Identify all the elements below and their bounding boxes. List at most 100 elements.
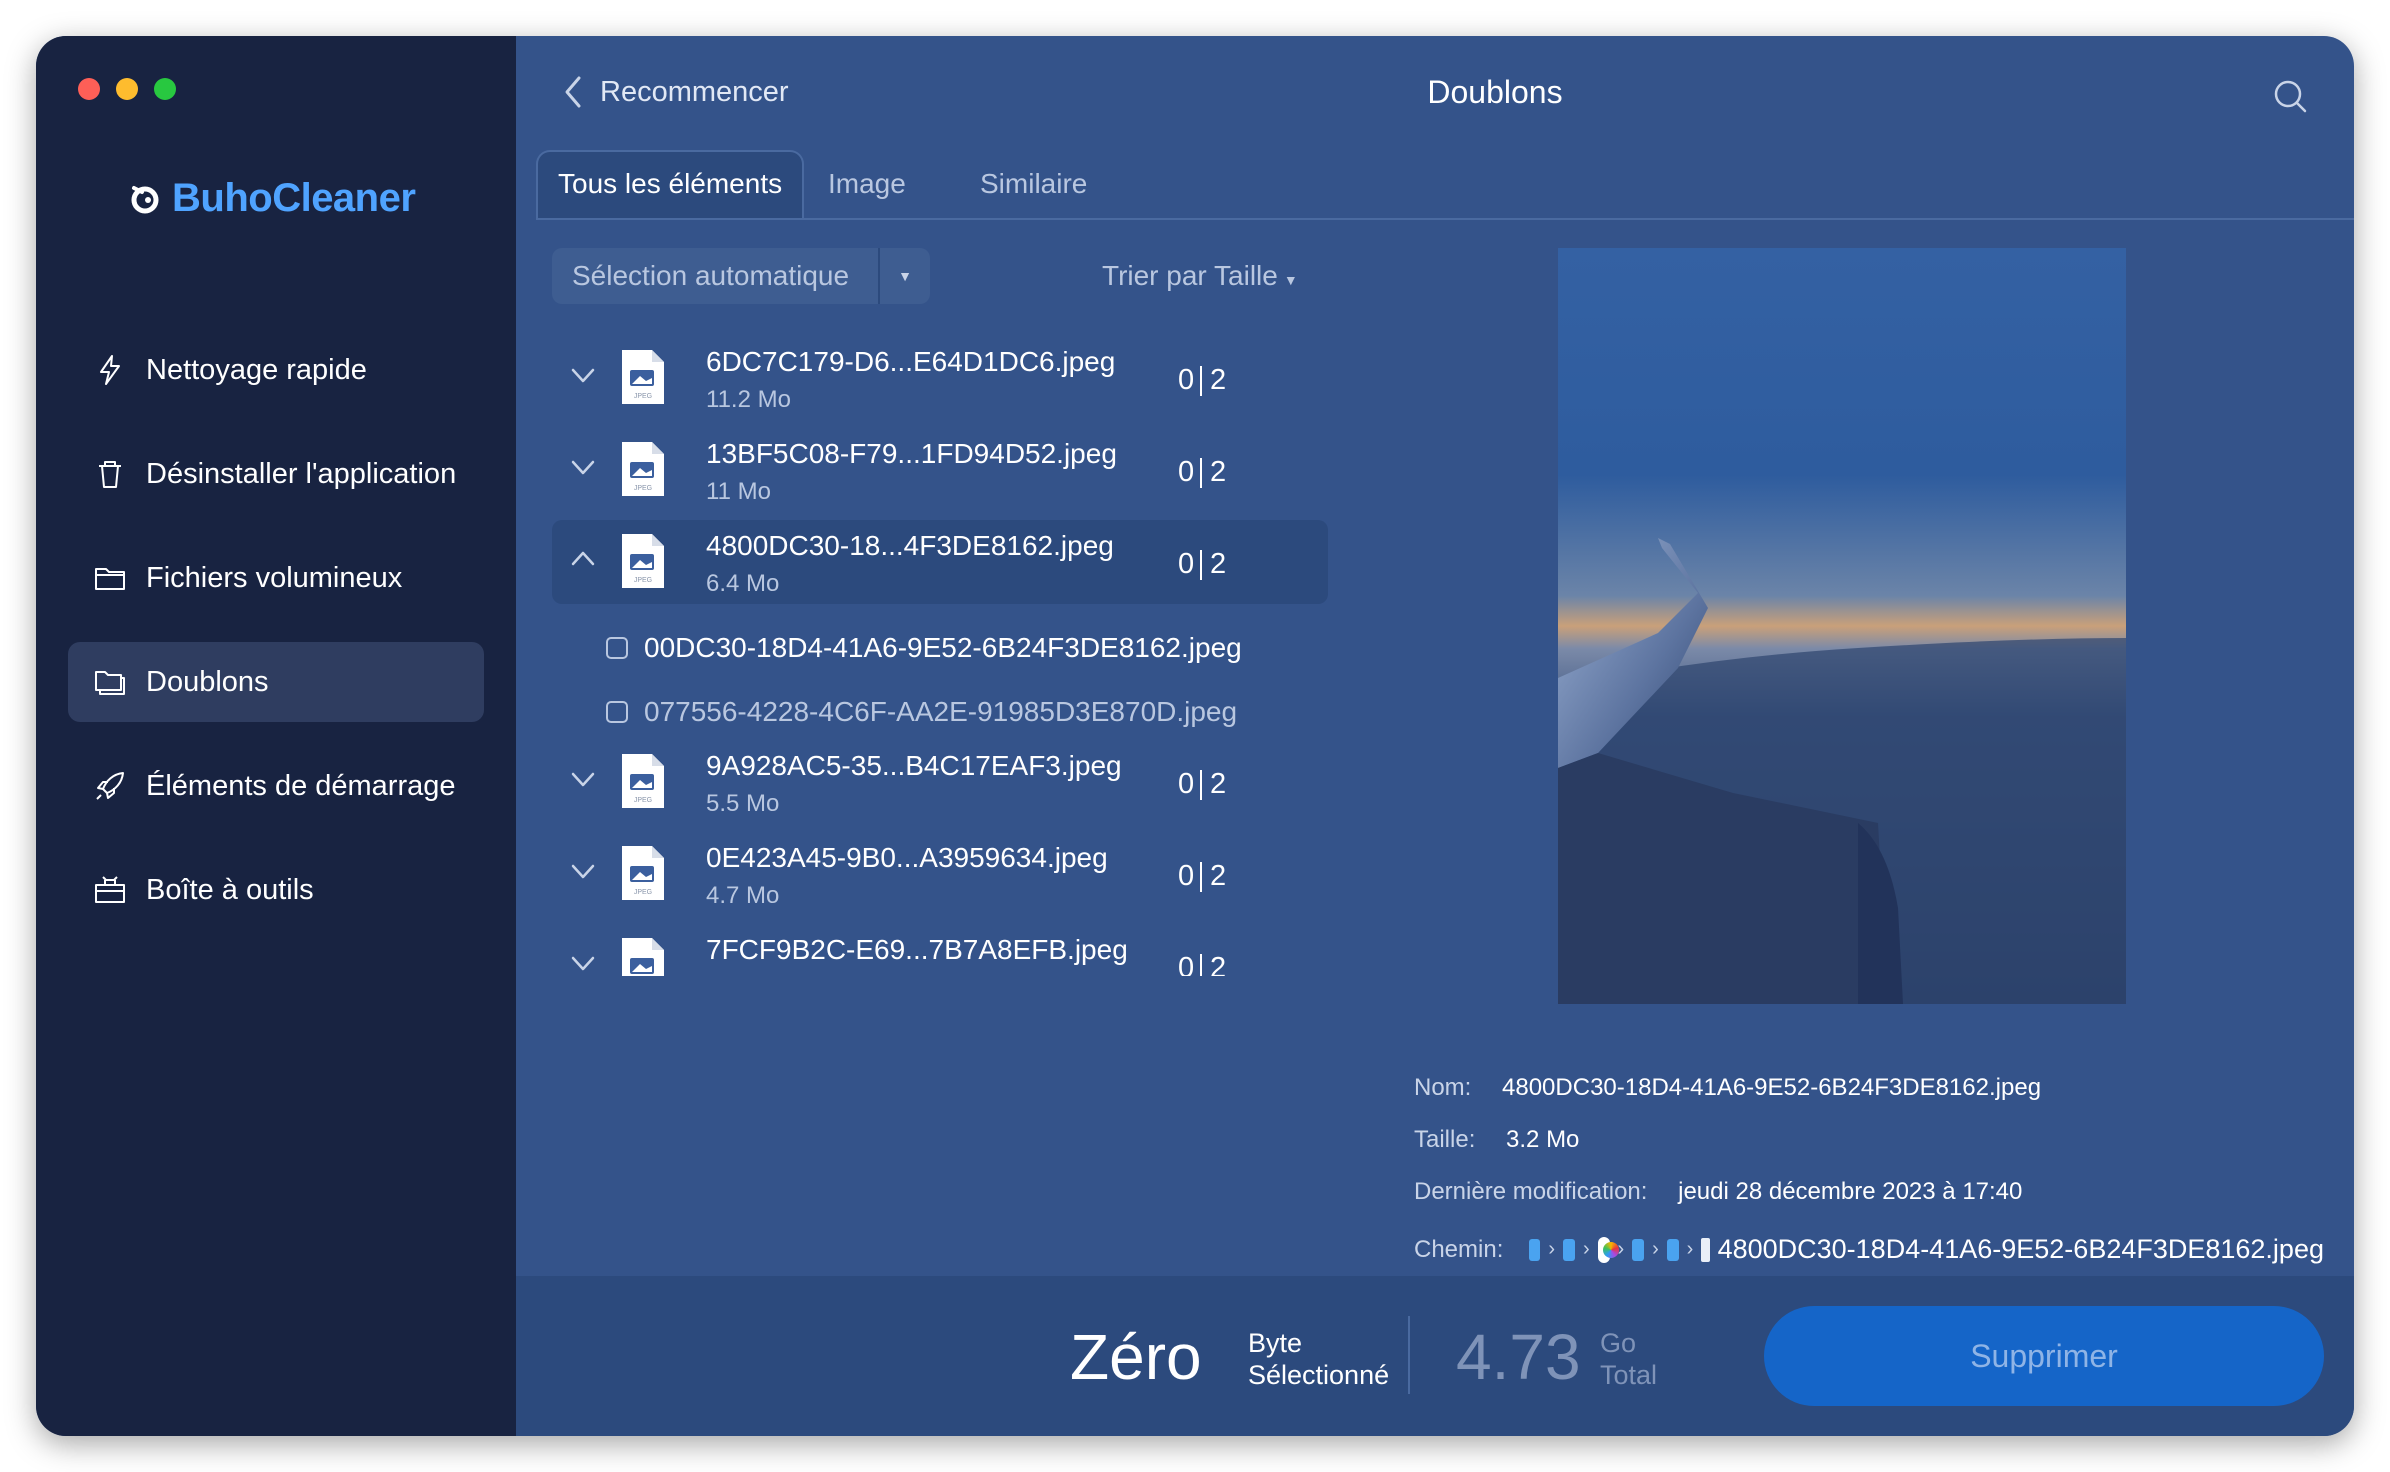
size-label: Taille:: [1414, 1126, 1476, 1153]
modified-label: Dernière modification:: [1414, 1178, 1648, 1205]
duplicate-count[interactable]: 02: [1138, 356, 1290, 404]
count-separator: [1200, 954, 1202, 976]
window-controls: [78, 78, 176, 100]
file-name: 9A928AC5-35...B4C17EAF3.jpeg: [706, 750, 1122, 781]
selected-count: 0: [1178, 364, 1195, 396]
count-separator: [1200, 770, 1202, 800]
file-name: 13BF5C08-F79...1FD94D52.jpeg: [706, 438, 1117, 469]
brand-name: BuhoCleaner: [172, 176, 416, 220]
duplicate-count[interactable]: 02: [1138, 944, 1290, 976]
home-folder-icon[interactable]: [1528, 1238, 1541, 1261]
duplicate-file-name: 00DC30-18D4-41A6-9E52-6B24F3DE8162.jpeg: [644, 632, 1242, 663]
sidebar-nav: Nettoyage rapide Désinstaller l'applicat…: [68, 330, 484, 954]
selected-count: 0: [1178, 548, 1195, 580]
selected-size-unit: Byte: [1248, 1328, 1303, 1358]
chevron-down-icon[interactable]: [570, 362, 596, 388]
chevron-up-icon[interactable]: [570, 546, 596, 572]
modified-value: jeudi 28 décembre 2023 à 17:40: [1678, 1178, 2023, 1205]
auto-select-dropdown[interactable]: Sélection automatique ▼: [552, 248, 930, 304]
sidebar-item-quick-clean[interactable]: Nettoyage rapide: [68, 330, 484, 410]
jpeg-file-icon: JPEG: [620, 844, 666, 902]
trash-icon: [92, 456, 128, 492]
total-label: Total: [1600, 1360, 1658, 1390]
svg-text:JPEG: JPEG: [634, 393, 652, 400]
file-group-row[interactable]: JPEG 7FCF9B2C-E69...7B7A8EFB.jpeg 4.1 Mo 02: [552, 924, 1328, 976]
tab-image[interactable]: Image: [828, 150, 906, 218]
total-count: 2: [1210, 456, 1227, 488]
rocket-icon: [92, 768, 128, 804]
duplicate-file-name: 077556-4228-4C6F-AA2E-91985D3E870D.jpeg: [644, 696, 1238, 727]
list-toolbar: Sélection automatique ▼ Trier par Taille…: [552, 248, 1312, 304]
file-size: 11.2 Mo: [706, 386, 791, 413]
count-separator: [1200, 366, 1202, 396]
buhocleaner-logo-icon: [131, 185, 159, 213]
sidebar-item-label: Fichiers volumineux: [146, 561, 403, 594]
jpeg-file-icon: JPEG: [620, 752, 666, 810]
file-group-row[interactable]: JPEG 0E423A45-9B0...A3959634.jpeg 4.7 Mo 0 2: [552, 832, 1328, 916]
photos-icon[interactable]: [1597, 1236, 1619, 1263]
desktop-folder-icon[interactable]: [1563, 1238, 1575, 1261]
file-group-row[interactable]: JPEG 4800DC30-18...4F3DE8162.jpeg 6.4 Mo 0 2: [552, 520, 1328, 604]
total-count: 2: [1210, 768, 1227, 800]
caret-down-icon: ▼: [1283, 272, 1298, 288]
minimize-window-button[interactable]: [116, 78, 138, 100]
file-group-row[interactable]: JPEG 9A928AC5-35...B4C17EAF3.jpeg 5.5 Mo 0 2: [552, 740, 1328, 824]
file-group-row[interactable]: JPEG 13BF5C08-F79...1FD94D52.jpeg 11 Mo 0 2: [552, 428, 1328, 512]
brand: BuhoCleaner: [128, 176, 416, 221]
file-checkbox[interactable]: [606, 701, 628, 723]
duplicate-count[interactable]: 02: [1138, 852, 1290, 900]
duplicate-count[interactable]: 02: [1138, 540, 1290, 588]
sidebar-item-label: Doublons: [146, 665, 269, 698]
svg-text:JPEG: JPEG: [634, 889, 652, 896]
jpeg-file-icon: JPEG: [620, 532, 666, 590]
file-size: 11 Mo: [706, 478, 771, 505]
folder-icon[interactable]: [1666, 1238, 1679, 1261]
folder-icon[interactable]: [1632, 1238, 1645, 1261]
selected-count: 0: [1178, 768, 1195, 800]
total-count: 2: [1210, 860, 1227, 892]
sidebar-item-uninstall[interactable]: Désinstaller l'application: [68, 434, 484, 514]
selected-label: Sélectionné: [1248, 1360, 1390, 1390]
duplicate-file-item[interactable]: 077556-4228-4C6F-AA2E-91985D3E870D.jpeg: [606, 682, 1237, 742]
file-group-row[interactable]: JPEG 6DC7C179-D6...E64D1DC6.jpeg 11.2 Mo 0 2: [552, 336, 1328, 420]
delete-button[interactable]: Supprimer: [1764, 1306, 2324, 1406]
sort-dropdown[interactable]: Trier par Taille ▼: [1102, 260, 1298, 292]
toolbox-icon: [92, 872, 128, 908]
duplicate-count[interactable]: 02: [1138, 448, 1290, 496]
chevron-down-icon[interactable]: [570, 454, 596, 480]
tab-similar[interactable]: Similaire: [980, 150, 1087, 218]
file-checkbox[interactable]: [606, 637, 628, 659]
file-name: 0E423A45-9B0...A3959634.jpeg: [706, 842, 1108, 873]
search-icon[interactable]: [2272, 78, 2308, 114]
chevron-down-icon[interactable]: [570, 858, 596, 884]
file-name: 6DC7C179-D6...E64D1DC6.jpeg: [706, 346, 1116, 377]
file-size: 4.7 Mo: [706, 882, 780, 909]
selected-count: 0: [1178, 860, 1195, 892]
sidebar-item-toolbox[interactable]: Boîte à outils: [68, 850, 484, 930]
document-icon: [1701, 1237, 1710, 1262]
duplicates-list: JPEG 6DC7C179-D6...E64D1DC6.jpeg 11.2 Mo 0 2…: [552, 336, 1332, 976]
tab-all-items[interactable]: Tous les éléments: [536, 150, 805, 218]
total-size-value: 4.73: [1456, 1321, 1581, 1393]
path-file[interactable]: 4800DC30-18D4-41A6-9E52-6B24F3DE8162.jpe…: [1718, 1234, 2324, 1265]
count-separator: [1200, 550, 1202, 580]
duplicate-count[interactable]: 02: [1138, 760, 1290, 808]
sort-label: Trier par Taille: [1102, 260, 1278, 291]
sidebar-item-duplicates[interactable]: Doublons: [68, 642, 484, 722]
chevron-down-icon[interactable]: [570, 950, 596, 976]
sidebar-item-large-files[interactable]: Fichiers volumineux: [68, 538, 484, 618]
chevron-down-icon[interactable]: [570, 766, 596, 792]
total-size-unit: Go: [1600, 1328, 1637, 1358]
image-preview: [1558, 248, 2126, 1004]
tab-bar: Tous les éléments Image Similaire: [536, 150, 2354, 220]
zoom-window-button[interactable]: [154, 78, 176, 100]
folder-icon: [92, 560, 128, 596]
file-size: 6.4 Mo: [706, 570, 780, 597]
selected-count: 0: [1178, 952, 1195, 976]
close-window-button[interactable]: [78, 78, 100, 100]
sidebar-item-startup[interactable]: Éléments de démarrage: [68, 746, 484, 826]
duplicate-file-item[interactable]: 00DC30-18D4-41A6-9E52-6B24F3DE8162.jpeg: [606, 618, 1242, 678]
caret-down-icon[interactable]: ▼: [878, 248, 930, 304]
file-size: 5.5 Mo: [706, 790, 780, 817]
svg-text:JPEG: JPEG: [634, 485, 652, 492]
